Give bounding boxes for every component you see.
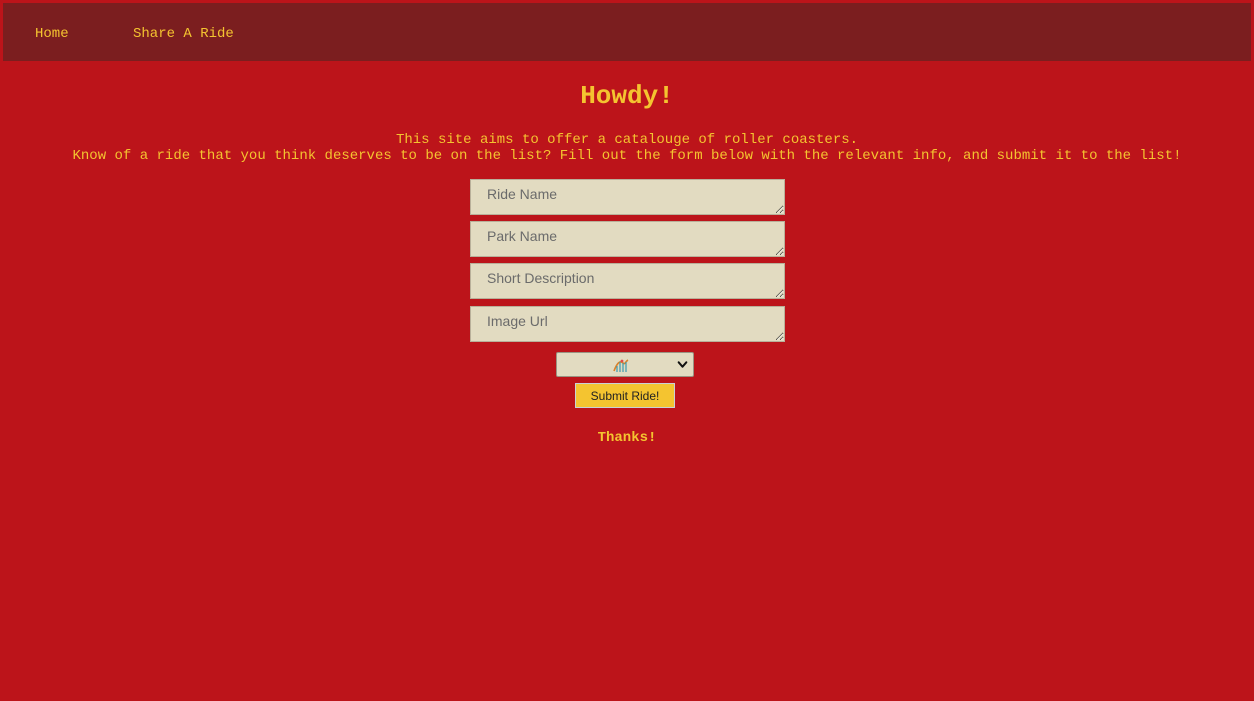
intro-line-2: Know of a ride that you think deserves t… <box>72 148 1182 164</box>
top-nav-bar: Home Share A Ride <box>3 3 1251 61</box>
chevron-down-icon <box>677 361 688 368</box>
ride-type-select[interactable] <box>556 352 694 377</box>
ride-name-field[interactable] <box>470 179 785 215</box>
image-url-field[interactable] <box>470 306 785 342</box>
short-description-field[interactable] <box>470 263 785 299</box>
submit-ride-button[interactable]: Submit Ride! <box>575 383 675 408</box>
page-title: Howdy! <box>580 81 674 111</box>
nav-link-share-a-ride[interactable]: Share A Ride <box>133 26 234 43</box>
intro-text: This site aims to offer a catalouge of r… <box>0 132 1254 164</box>
nav-link-home[interactable]: Home <box>35 26 69 43</box>
roller-coaster-icon <box>613 359 629 372</box>
park-name-field[interactable] <box>470 221 785 257</box>
intro-line-1: This site aims to offer a catalouge of r… <box>395 132 859 148</box>
thanks-message: Thanks! <box>597 430 657 446</box>
